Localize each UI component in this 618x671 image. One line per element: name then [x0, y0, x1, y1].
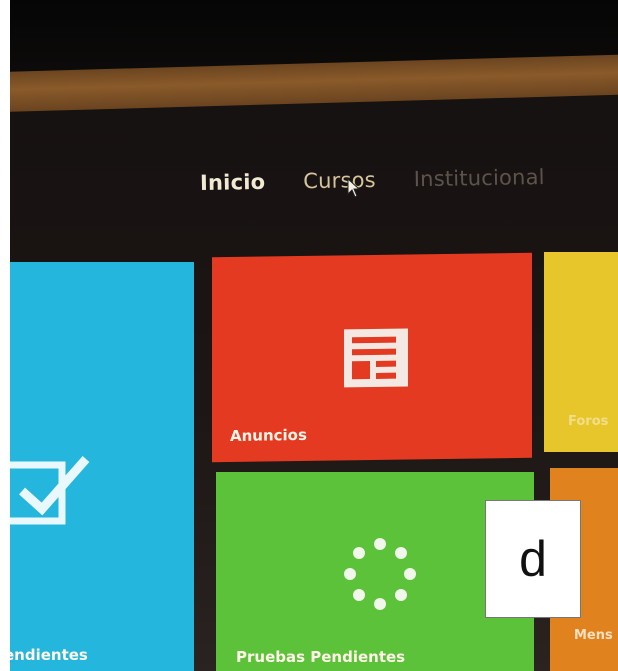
nav-item-institucional[interactable]: Institucional: [414, 165, 545, 191]
mouse-cursor-icon: [347, 178, 361, 198]
tile-label: Pruebas Pendientes: [236, 648, 406, 666]
tile-label: Foros: [568, 414, 609, 429]
figure-label-letter: d: [519, 531, 547, 587]
loading-dots-icon: [344, 538, 416, 610]
tile-pendientes[interactable]: endientes: [10, 262, 194, 671]
tile-label: Mens: [574, 628, 613, 643]
tile-anuncios[interactable]: Anuncios: [212, 252, 532, 463]
main-nav: Inicio Cursos Institucional: [200, 157, 545, 203]
tile-foros[interactable]: Foros: [544, 252, 618, 452]
checkbox-checked-icon: [10, 456, 90, 525]
newspaper-icon: [344, 328, 408, 388]
nav-item-inicio[interactable]: Inicio: [200, 170, 266, 195]
tile-label: Anuncios: [230, 425, 307, 445]
nav-item-cursos[interactable]: Cursos: [303, 168, 376, 193]
tile-label: endientes: [10, 646, 88, 664]
figure-label-box: d: [485, 500, 581, 618]
